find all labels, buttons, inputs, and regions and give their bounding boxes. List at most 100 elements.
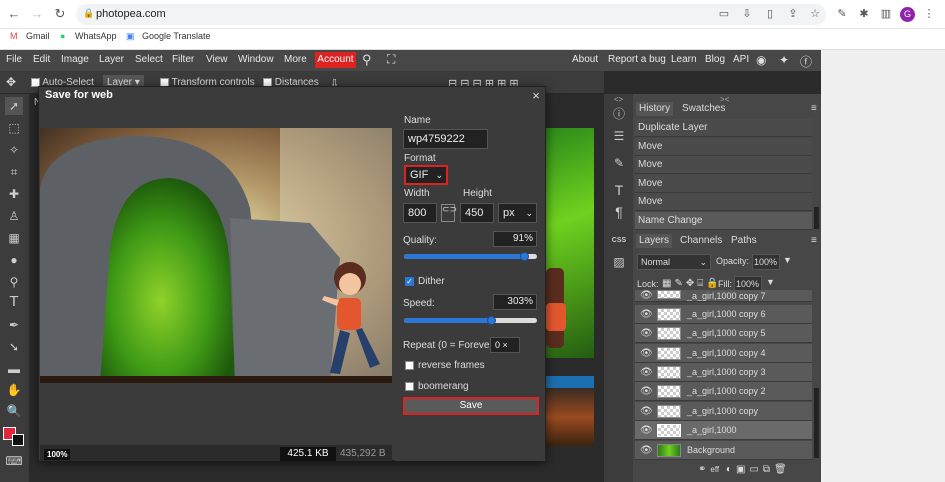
eye-icon[interactable]: 👁 bbox=[640, 363, 653, 382]
new-layer-icon[interactable]: ⧉ bbox=[763, 464, 774, 475]
eye-icon[interactable]: 👁 bbox=[640, 402, 653, 421]
gradient-tool-icon[interactable]: ▦ bbox=[5, 229, 23, 247]
layer-row[interactable]: 👁 _a_girl,1000 copy 7 bbox=[635, 290, 812, 302]
menu-filter[interactable]: Filter bbox=[172, 54, 194, 65]
bookmark-star-icon[interactable]: ☆ bbox=[808, 7, 822, 21]
boomerang-checkbox[interactable] bbox=[405, 382, 414, 391]
menu-api[interactable]: API bbox=[733, 54, 749, 65]
reddit-icon[interactable]: ◉ bbox=[756, 53, 766, 67]
info-icon[interactable]: ⓘ bbox=[610, 105, 628, 123]
magic-wand-icon[interactable]: ✧ bbox=[5, 141, 23, 159]
name-input[interactable]: wp4759222 bbox=[403, 129, 488, 149]
menu-learn[interactable]: Learn bbox=[671, 54, 697, 65]
width-input[interactable]: 800 bbox=[403, 203, 437, 223]
clone-stamp-icon[interactable]: ♙ bbox=[5, 207, 23, 225]
quality-slider-knob[interactable] bbox=[520, 252, 530, 261]
tab-history[interactable]: History bbox=[636, 102, 674, 116]
profile-avatar[interactable]: G bbox=[900, 7, 915, 22]
format-select[interactable]: GIF ⌄ bbox=[404, 165, 448, 185]
folder-icon[interactable]: ▭ bbox=[749, 464, 762, 475]
eye-icon[interactable]: 👁 bbox=[640, 324, 653, 343]
layer-row[interactable]: 👁 _a_girl,1000 copy 3 bbox=[635, 363, 812, 382]
history-item[interactable]: Move bbox=[635, 138, 812, 156]
link-layers-icon[interactable]: ⚭ bbox=[698, 464, 710, 475]
sidebar-icon[interactable]: ▥ bbox=[879, 7, 893, 21]
extensions-icon[interactable]: ✱ bbox=[857, 7, 871, 21]
fullscreen-icon[interactable]: ⛶ bbox=[387, 52, 395, 67]
trash-icon[interactable]: 🗑 bbox=[774, 464, 791, 475]
blend-mode-select[interactable]: Normal ⌄ bbox=[637, 254, 711, 270]
eye-icon[interactable]: 👁 bbox=[640, 441, 653, 460]
layer-row-selected[interactable]: 👁 _a_girl,1000 bbox=[635, 421, 812, 440]
history-scrollbar[interactable] bbox=[814, 207, 819, 229]
close-icon[interactable]: × bbox=[530, 88, 542, 103]
twitter-icon[interactable]: ✦ bbox=[779, 53, 789, 67]
eye-icon[interactable]: 👁 bbox=[640, 421, 653, 440]
menu-report-bug[interactable]: Report a bug bbox=[608, 54, 666, 65]
zoom-level[interactable]: 100% bbox=[44, 449, 71, 460]
dither-checkbox[interactable]: ✓ bbox=[405, 277, 414, 286]
menu-about[interactable]: About bbox=[572, 54, 598, 65]
bookmark-gmail[interactable]: Gmail bbox=[26, 31, 50, 41]
quick-mask-icon[interactable]: ⌨ bbox=[5, 452, 23, 470]
back-icon[interactable]: ← bbox=[6, 6, 22, 22]
layer-row[interactable]: 👁 _a_girl,1000 copy 5 bbox=[635, 324, 812, 343]
forward-icon[interactable]: → bbox=[29, 6, 45, 22]
menu-layer[interactable]: Layer bbox=[99, 54, 124, 65]
reverse-frames-checkbox[interactable] bbox=[405, 361, 414, 370]
account-button[interactable]: Account bbox=[315, 52, 356, 68]
speed-slider[interactable] bbox=[404, 316, 537, 325]
hand-tool-icon[interactable]: ✋ bbox=[5, 381, 23, 399]
download-icon[interactable]: ⇩ bbox=[740, 7, 754, 21]
layer-row[interactable]: 👁 _a_girl,1000 copy bbox=[635, 402, 812, 421]
tab-paths[interactable]: Paths bbox=[731, 234, 757, 248]
properties-icon[interactable]: ☰ bbox=[610, 127, 628, 145]
paragraph-icon[interactable]: ¶ bbox=[610, 203, 628, 221]
zoom-tool-icon[interactable]: 🔍 bbox=[5, 402, 23, 420]
blur-tool-icon[interactable]: ● bbox=[5, 251, 23, 269]
layers-scrollbar[interactable] bbox=[814, 388, 819, 458]
facebook-icon[interactable]: ⓕ bbox=[800, 53, 812, 70]
browser-menu-icon[interactable]: ⋮ bbox=[922, 7, 936, 21]
image-panel-icon[interactable]: ▨ bbox=[610, 253, 628, 271]
history-item[interactable]: Move bbox=[635, 193, 812, 211]
menu-more[interactable]: More bbox=[284, 54, 307, 65]
history-item[interactable]: Name Change bbox=[635, 212, 812, 230]
healing-tool-icon[interactable]: ✚ bbox=[5, 185, 23, 203]
tab-swatches[interactable]: Swatches bbox=[682, 102, 725, 116]
reload-icon[interactable]: ↻ bbox=[52, 6, 68, 22]
layer-row[interactable]: 👁 _a_girl,1000 copy 6 bbox=[635, 305, 812, 324]
history-item[interactable]: Move bbox=[635, 156, 812, 174]
dodge-tool-icon[interactable]: ⚲ bbox=[5, 273, 23, 291]
tab-channels[interactable]: Channels bbox=[680, 234, 722, 248]
speed-slider-knob[interactable] bbox=[486, 316, 496, 325]
height-input[interactable]: 450 bbox=[460, 203, 494, 223]
menu-image[interactable]: Image bbox=[61, 54, 89, 65]
adjustment-icon[interactable]: ◐ bbox=[726, 464, 736, 475]
brush-panel-icon[interactable]: ✎ bbox=[610, 154, 628, 172]
tab-layers[interactable]: Layers bbox=[636, 234, 673, 248]
quality-input[interactable]: 91% bbox=[493, 231, 537, 247]
quality-slider[interactable] bbox=[404, 252, 537, 261]
eye-icon[interactable]: 👁 bbox=[640, 382, 653, 401]
pen-tool-icon[interactable]: ✒ bbox=[5, 316, 23, 334]
shape-tool-icon[interactable]: ▬ bbox=[5, 360, 23, 378]
lock-options-icon[interactable]: ▦✎✥⌸🔒 bbox=[662, 278, 722, 289]
eye-icon[interactable]: 👁 bbox=[640, 290, 653, 301]
bookmark-whatsapp[interactable]: WhatsApp bbox=[75, 31, 117, 41]
eye-icon[interactable]: 👁 bbox=[640, 305, 653, 324]
background-color-swatch[interactable] bbox=[12, 434, 24, 446]
share-icon[interactable]: ⇪ bbox=[786, 7, 800, 21]
crop-tool-icon[interactable]: ⌗ bbox=[5, 163, 23, 181]
history-item[interactable]: Move bbox=[635, 175, 812, 193]
eye-icon[interactable]: 👁 bbox=[640, 344, 653, 363]
history-item[interactable]: Duplicate Layer bbox=[635, 119, 812, 137]
move-tool-icon[interactable]: ➚ bbox=[5, 97, 23, 115]
panel-menu-icon[interactable]: ≡ bbox=[811, 102, 817, 116]
link-dimensions-icon[interactable]: ⊂⊃ bbox=[441, 204, 457, 222]
menu-select[interactable]: Select bbox=[135, 54, 163, 65]
layer-row[interactable]: 👁 _a_girl,1000 copy 2 bbox=[635, 382, 812, 401]
speed-input[interactable]: 303% bbox=[493, 294, 537, 310]
repeat-input[interactable]: 0 × bbox=[490, 337, 520, 353]
save-button[interactable]: Save bbox=[403, 397, 539, 415]
